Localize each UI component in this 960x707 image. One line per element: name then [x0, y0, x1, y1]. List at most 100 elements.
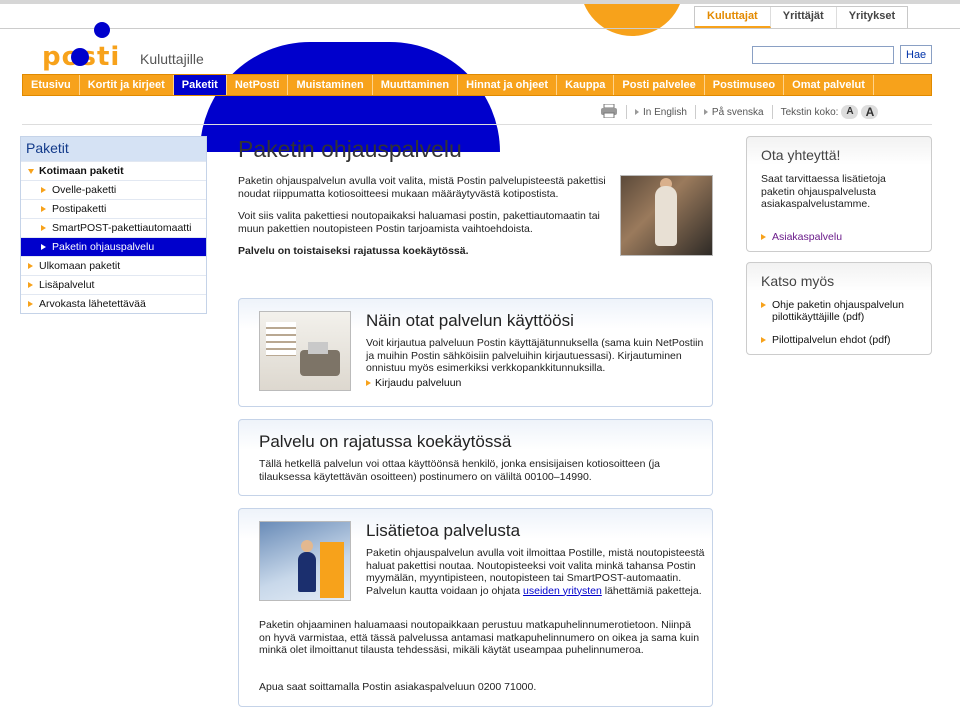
- logo-dot: [94, 22, 110, 38]
- text-size-large-button[interactable]: A: [861, 105, 879, 119]
- link-label: Asiakaspalvelu: [772, 231, 843, 243]
- arrow-right-icon: [703, 109, 708, 115]
- see-also-box: Katso myös Ohje paketin ohjauspalvelun p…: [746, 262, 932, 355]
- arrow-right-icon: [28, 282, 33, 288]
- search-input[interactable]: [752, 46, 894, 64]
- text-span: lähettämiä paketteja.: [601, 584, 702, 597]
- utility-divider: [22, 124, 932, 125]
- text-size-small-button[interactable]: A: [841, 105, 859, 119]
- intro-paragraph: Voit siis valita pakettiesi noutopaikaks…: [238, 210, 600, 235]
- sidebar-item-ulkomaan-paketit[interactable]: Ulkomaan paketit: [21, 256, 206, 275]
- arrow-right-icon: [28, 301, 33, 307]
- decorative-orange-arc: [580, 0, 684, 36]
- intro-paragraph: Paketin ohjauspalvelun avulla voit valit…: [238, 175, 606, 200]
- photo-laptop: [308, 342, 328, 354]
- top-border: [0, 0, 960, 4]
- nav-kortit-ja-kirjeet[interactable]: Kortit ja kirjeet: [80, 75, 174, 95]
- arrow-right-icon: [28, 263, 33, 269]
- nav-paketit[interactable]: Paketit: [173, 75, 227, 95]
- sidebar-item-label: Lisäpalvelut: [39, 279, 95, 291]
- photo-woman-at-kiosk: [259, 521, 351, 601]
- link-label: Ohje paketin ohjauspalvelun pilottikäytt…: [772, 299, 904, 323]
- sidebar-item-arvokasta[interactable]: Arvokasta lähetettävää: [21, 294, 206, 313]
- link-label: In English: [643, 106, 687, 118]
- box-title: Palvelu on rajatussa koekäytössä: [259, 432, 512, 451]
- arrow-right-icon: [761, 337, 766, 343]
- arrow-right-icon: [41, 244, 46, 250]
- intro-text: Paketin ohjauspalvelun avulla voit valit…: [238, 175, 608, 268]
- sidebar-item-label: SmartPOST-pakettiautomaatti: [52, 222, 192, 234]
- photo-person: [655, 186, 677, 246]
- logo-dot: [71, 48, 89, 66]
- pilot-terms-link[interactable]: Pilottipalvelun ehdot (pdf): [761, 334, 921, 346]
- info-box-getting-started: Näin otat palvelun käyttöösi Voit kirjau…: [238, 298, 713, 407]
- customer-service-link[interactable]: Asiakaspalvelu: [761, 231, 842, 243]
- link-pa-svenska[interactable]: På svenska: [703, 106, 764, 118]
- nav-postimuseo[interactable]: Postimuseo: [705, 75, 785, 95]
- arrow-down-icon: [28, 169, 34, 174]
- sidebar-item-lisapalvelut[interactable]: Lisäpalvelut: [21, 275, 206, 294]
- box-title: Ota yhteyttä!: [761, 147, 841, 163]
- box-text: Paketin ohjaaminen haluamaasi noutopaikk…: [259, 619, 700, 656]
- sidebar: Paketit Kotimaan paketit Ovelle-paketti …: [20, 136, 207, 314]
- arrow-right-icon: [41, 225, 46, 231]
- arrow-right-icon: [366, 380, 371, 386]
- nav-muuttaminen[interactable]: Muuttaminen: [373, 75, 459, 95]
- text-size-label: Tekstin koko:: [780, 106, 839, 118]
- sidebar-item-ovelle-paketti[interactable]: Ovelle-paketti: [21, 180, 206, 199]
- photo-person: [298, 552, 316, 592]
- tab-yritykset[interactable]: Yritykset: [837, 7, 907, 28]
- arrow-right-icon: [41, 187, 46, 193]
- photo-shelf: [266, 322, 296, 356]
- arrow-right-icon: [635, 109, 639, 115]
- sidebar-item-label: Arvokasta lähetettävää: [39, 298, 146, 310]
- nav-muistaminen[interactable]: Muistaminen: [288, 75, 373, 95]
- search-button[interactable]: Hae: [900, 45, 933, 64]
- site-section-label: Kuluttajille: [140, 51, 204, 67]
- link-label: På svenska: [711, 106, 764, 118]
- contact-box: Ota yhteyttä! Saat tarvittaessa lisätiet…: [746, 136, 932, 252]
- box-text: Voit kirjautua palveluun Postin käyttäjä…: [366, 337, 704, 374]
- arrow-right-icon: [41, 206, 46, 212]
- sidebar-title[interactable]: Paketit: [21, 137, 206, 161]
- box-text: Apua saat soittamalla Postin asiakaspalv…: [259, 681, 537, 693]
- photo-person-at-laptop: [259, 311, 351, 391]
- nav-kauppa[interactable]: Kauppa: [557, 75, 615, 95]
- box-text: Paketin ohjauspalvelun avulla voit ilmoi…: [366, 547, 706, 597]
- tab-yrittajat[interactable]: Yrittäjät: [771, 7, 837, 28]
- nav-netposti[interactable]: NetPosti: [227, 75, 289, 95]
- link-label: Kirjaudu palveluun: [375, 377, 462, 389]
- sidebar-item-kotimaan-paketit[interactable]: Kotimaan paketit: [21, 161, 206, 180]
- divider: [626, 105, 627, 119]
- tab-kuluttajat[interactable]: Kuluttajat: [695, 7, 771, 28]
- print-icon[interactable]: [600, 103, 618, 121]
- arrow-right-icon: [761, 302, 766, 308]
- audience-tabs: Kuluttajat Yrittäjät Yritykset: [694, 6, 909, 28]
- link-in-english[interactable]: In English: [635, 107, 687, 118]
- photo-person-head: [301, 540, 313, 552]
- nav-hinnat-ja-ohjeet[interactable]: Hinnat ja ohjeet: [458, 75, 558, 95]
- sidebar-item-label: Ovelle-paketti: [52, 184, 117, 196]
- pilot-guide-link[interactable]: Ohje paketin ohjauspalvelun pilottikäytt…: [761, 299, 911, 323]
- hero-photo: [620, 175, 713, 256]
- intro-notice: Palvelu on toistaiseksi rajatussa koekäy…: [238, 245, 469, 257]
- sidebar-item-label: Postipaketti: [52, 203, 107, 215]
- sidebar-item-smartpost[interactable]: SmartPOST-pakettiautomaatti: [21, 218, 206, 237]
- sidebar-item-paketin-ohjauspalvelu[interactable]: Paketin ohjauspalvelu: [21, 237, 206, 256]
- info-box-limited-trial: Palvelu on rajatussa koekäytössä Tällä h…: [238, 419, 713, 496]
- posti-logo[interactable]: posti: [42, 22, 132, 72]
- utility-bar: In English På svenska Tekstin koko: A A: [600, 103, 879, 121]
- info-box-more-info: Lisätietoa palvelusta Paketin ohjauspalv…: [238, 508, 713, 707]
- sidebar-item-label: Paketin ohjauspalvelu: [52, 241, 155, 253]
- nav-omat-palvelut[interactable]: Omat palvelut: [784, 75, 874, 95]
- nav-posti-palvelee[interactable]: Posti palvelee: [614, 75, 705, 95]
- companies-link[interactable]: useiden yritysten: [523, 585, 602, 597]
- sidebar-item-label: Ulkomaan paketit: [39, 260, 121, 272]
- sidebar-item-label: Kotimaan paketit: [39, 165, 124, 177]
- nav-etusivu[interactable]: Etusivu: [23, 75, 80, 95]
- login-link[interactable]: Kirjaudu palveluun: [366, 377, 461, 389]
- box-text: Saat tarvittaessa lisätietoja paketin oh…: [761, 173, 886, 210]
- sidebar-item-postipaketti[interactable]: Postipaketti: [21, 199, 206, 218]
- box-title: Katso myös: [761, 273, 835, 289]
- arrow-right-icon: [761, 234, 766, 240]
